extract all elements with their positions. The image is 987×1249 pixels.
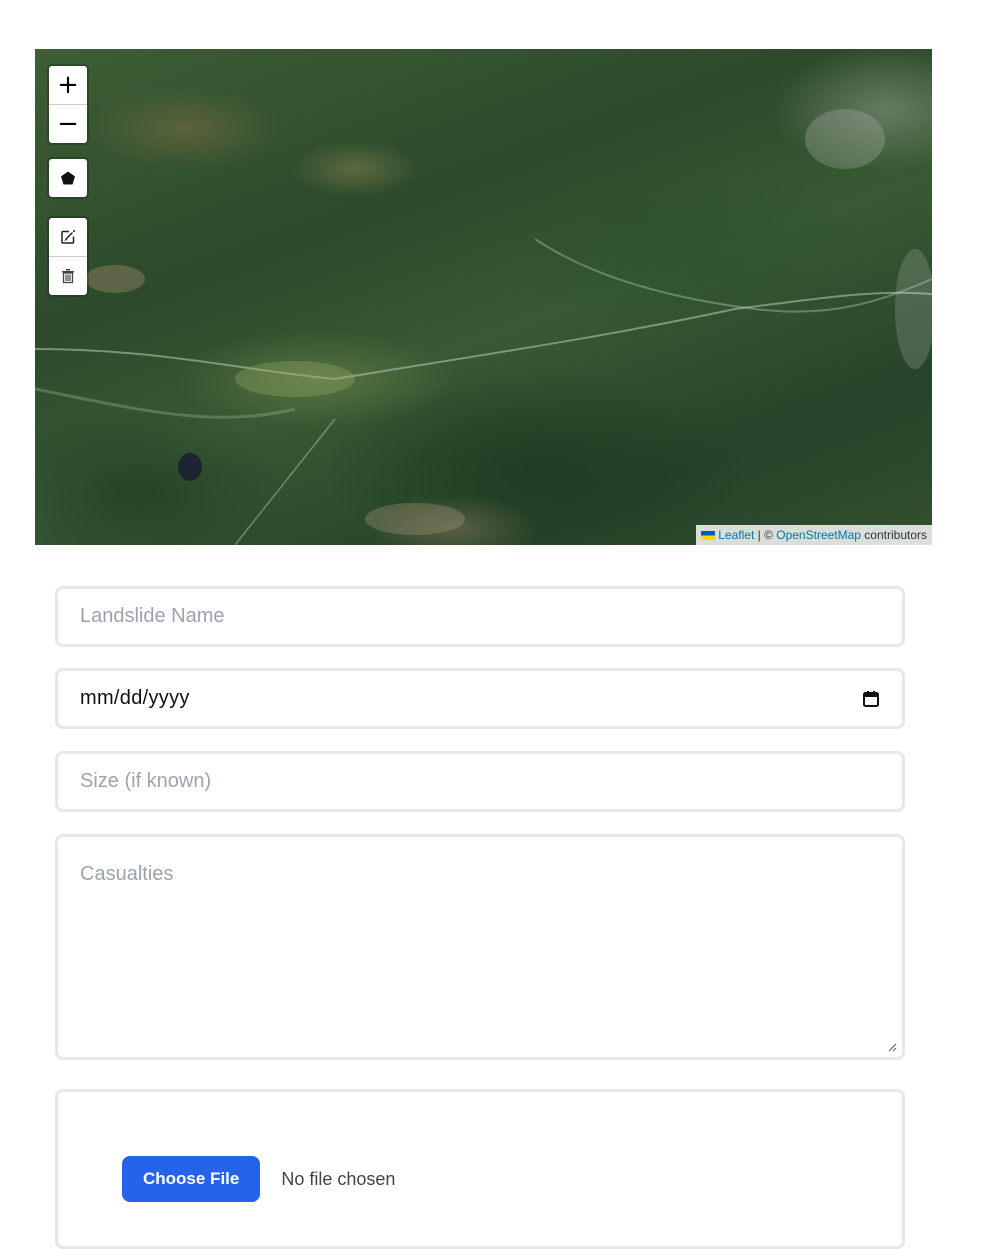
leaflet-link[interactable]: Leaflet	[718, 528, 754, 542]
casualties-field	[55, 834, 905, 1060]
draw-polygon-button[interactable]	[49, 159, 87, 197]
file-status: No file chosen	[281, 1168, 396, 1189]
choose-file-button[interactable]: Choose File	[122, 1156, 261, 1202]
delete-layers-button[interactable]	[49, 256, 87, 295]
draw-toolbar	[49, 159, 87, 197]
map-view[interactable]: + − Leaflet | © OpenStreetMap contributo…	[35, 49, 932, 545]
polygon-icon	[61, 171, 75, 185]
landslide-name-input[interactable]	[58, 589, 902, 644]
map-attribution: Leaflet | © OpenStreetMap contributors	[696, 525, 932, 545]
file-input[interactable]: Choose File No file chosen	[122, 1156, 395, 1202]
zoom-in-button[interactable]: +	[49, 66, 87, 104]
edit-toolbar	[49, 218, 87, 295]
landslide-name-field	[55, 586, 905, 647]
edit-layers-button[interactable]	[49, 218, 87, 256]
ukraine-flag-icon	[701, 531, 716, 540]
trash-icon	[62, 269, 74, 284]
size-field	[55, 751, 905, 812]
date-input-value[interactable]: mm/dd/yyyy	[80, 687, 190, 710]
attribution-separator: | ©	[754, 528, 777, 542]
zoom-control: + −	[49, 66, 87, 143]
file-upload-field: Choose File No file chosen	[55, 1089, 905, 1249]
casualties-textarea[interactable]	[58, 837, 902, 1057]
calendar-icon[interactable]	[862, 690, 880, 708]
resize-handle-icon[interactable]	[887, 1042, 897, 1052]
openstreetmap-link[interactable]: OpenStreetMap	[776, 528, 861, 542]
zoom-out-button[interactable]: −	[49, 104, 87, 143]
size-input[interactable]	[58, 754, 902, 809]
attribution-suffix: contributors	[860, 528, 927, 542]
date-field[interactable]: mm/dd/yyyy	[55, 668, 905, 729]
map-terrain-features	[35, 109, 932, 545]
edit-icon	[61, 230, 75, 244]
